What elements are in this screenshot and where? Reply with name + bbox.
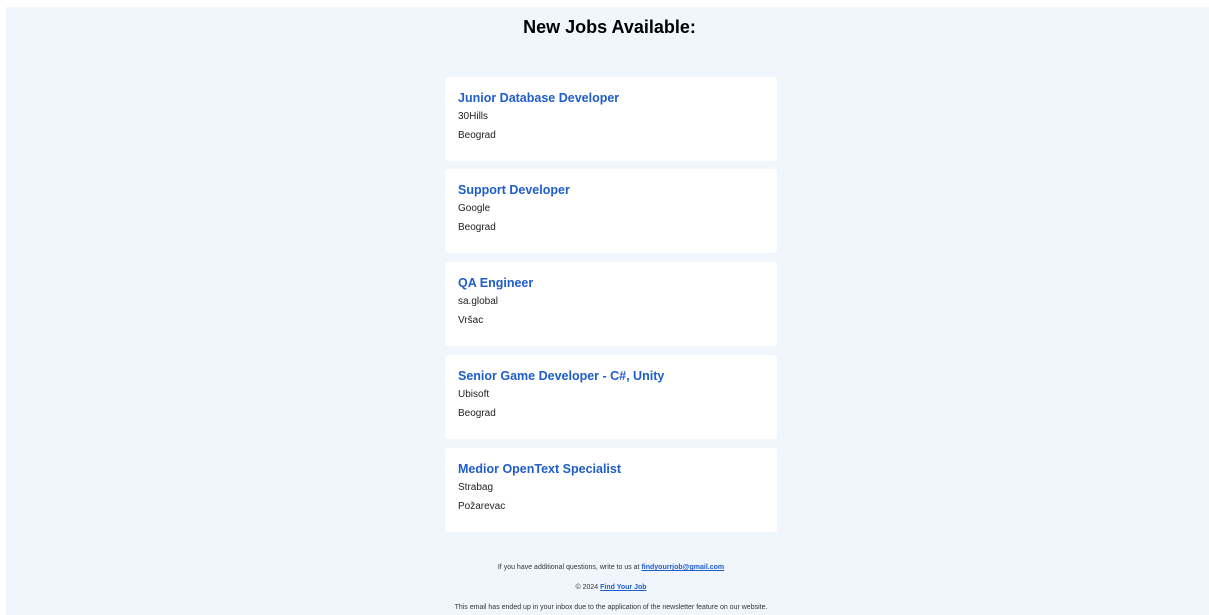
footer-contact: If you have additional questions, write …: [0, 563, 1209, 572]
job-card[interactable]: QA Engineer sa.global Vršac: [445, 262, 777, 346]
job-company: Ubisoft: [458, 389, 490, 400]
page-title: New Jobs Available:: [523, 17, 696, 37]
brand-link[interactable]: Find Your Job: [600, 584, 646, 591]
copyright-text: © 2024: [575, 584, 599, 591]
footer-notice: This email has ended up in your inbox du…: [454, 604, 768, 611]
job-title-link[interactable]: Senior Game Developer - C#, Unity: [458, 369, 777, 383]
job-company: Google: [458, 203, 491, 214]
job-location: Vršac: [458, 315, 484, 326]
job-title-link[interactable]: QA Engineer: [458, 276, 777, 290]
job-location: Požarevac: [458, 501, 506, 512]
job-title-link[interactable]: Junior Database Developer: [458, 91, 777, 105]
job-card[interactable]: Medior OpenText Specialist Strabag Požar…: [445, 448, 777, 532]
job-card[interactable]: Junior Database Developer 30Hills Beogra…: [445, 77, 777, 161]
job-location: Beograd: [458, 408, 496, 419]
job-location: Beograd: [458, 222, 496, 233]
job-title-link[interactable]: Support Developer: [458, 183, 777, 197]
job-card[interactable]: Senior Game Developer - C#, Unity Ubisof…: [445, 355, 777, 439]
job-title-link[interactable]: Medior OpenText Specialist: [458, 462, 777, 476]
footer-copyright: © 2024 Find Your Job: [0, 583, 1209, 592]
footer-contact-text: If you have additional questions, write …: [497, 564, 640, 571]
job-card[interactable]: Support Developer Google Beograd: [445, 169, 777, 253]
job-location: Beograd: [458, 130, 496, 141]
job-company: sa.global: [458, 296, 499, 307]
job-company: Strabag: [458, 482, 494, 493]
contact-email-link[interactable]: findyourrjob@gmail.com: [641, 564, 724, 571]
job-company: 30Hills: [458, 111, 489, 122]
